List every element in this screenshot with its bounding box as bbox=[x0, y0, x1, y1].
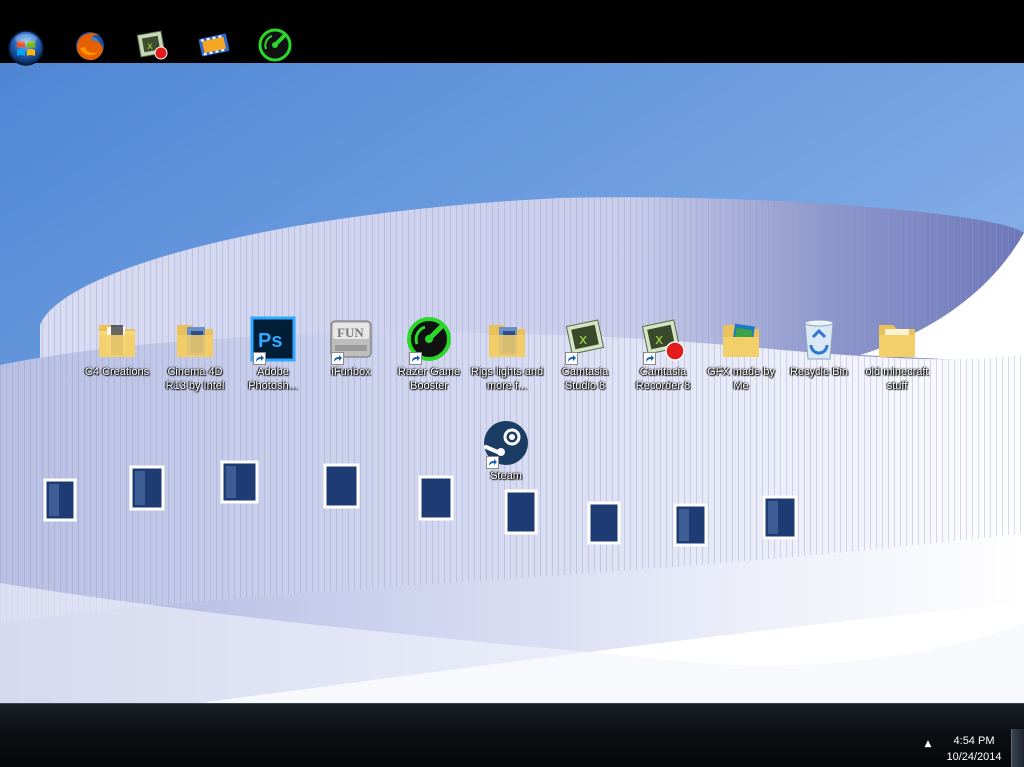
razer-icon bbox=[258, 28, 292, 62]
folder-icon bbox=[483, 315, 531, 363]
camtasia-icon: x bbox=[561, 315, 609, 365]
taskbar-camtasia-recorder-button[interactable]: x bbox=[133, 25, 173, 65]
desktop-icon-label: iFunbox bbox=[331, 366, 371, 378]
desktop-icon-camtasia-recorder-8[interactable]: x Camtasia Recorder 8 bbox=[624, 315, 702, 405]
camtasia-recorder-icon: x bbox=[639, 315, 687, 365]
desktop-icon-c4-creations[interactable]: C4 Creations bbox=[78, 315, 156, 405]
show-hidden-icons-button[interactable]: ▲ bbox=[922, 738, 934, 750]
desktop-screen: C4 Creations Cinema 4D R13 by Intel Ps Adob… bbox=[0, 0, 1024, 767]
desktop-icon-adobe-photosh[interactable]: Ps Adobe Photosh... bbox=[234, 315, 312, 405]
desktop-icon-label: old minecraft stuff bbox=[865, 366, 929, 392]
windows-orb-icon bbox=[8, 30, 44, 66]
film-icon bbox=[198, 33, 230, 57]
taskbar bbox=[0, 703, 1024, 767]
desktop-icon-cinema-4d-r13-by-intel[interactable]: Cinema 4D R13 by Intel bbox=[156, 315, 234, 405]
desktop-icon-label: Camtasia Studio 8 bbox=[561, 366, 609, 392]
desktop-icon-old-minecraft-stuff[interactable]: old minecraft stuff bbox=[858, 315, 936, 405]
firefox-icon bbox=[76, 32, 104, 61]
clock-date: 10/24/2014 bbox=[946, 751, 1002, 763]
desktop-icon-label: C4 Creations bbox=[84, 366, 150, 378]
desktop-icon-razer-game-booster[interactable]: Razer Game Booster bbox=[390, 315, 468, 405]
desktop-icon-ifunbox[interactable]: FUN iFunbox bbox=[312, 315, 390, 405]
folder-icon bbox=[171, 315, 219, 363]
razer-icon bbox=[405, 315, 453, 365]
start-button[interactable] bbox=[6, 28, 46, 68]
svg-text:Ps: Ps bbox=[258, 330, 282, 352]
shortcut-arrow-icon bbox=[253, 352, 266, 365]
show-desktop-button[interactable] bbox=[1011, 729, 1024, 767]
shortcut-arrow-icon bbox=[643, 352, 656, 365]
folder-icon bbox=[93, 315, 141, 363]
svg-text:FUN: FUN bbox=[337, 325, 364, 340]
clock-time: 4:54 PM bbox=[953, 735, 995, 747]
desktop-icon-steam[interactable]: Steam bbox=[467, 419, 545, 509]
desktop-icon-label: Adobe Photosh... bbox=[248, 366, 298, 392]
shortcut-arrow-icon bbox=[486, 456, 499, 469]
desktop-icon-label: Rigs lights and more f... bbox=[470, 366, 544, 392]
taskbar-firefox-button[interactable] bbox=[70, 25, 110, 65]
desktop-icon-camtasia-studio-8[interactable]: x Camtasia Studio 8 bbox=[546, 315, 624, 405]
desktop-icon-label: Steam bbox=[490, 470, 522, 482]
taskbar-camtasia-studio-button[interactable] bbox=[194, 25, 234, 65]
desktop-icon-label: GFX made by Me bbox=[707, 366, 775, 392]
steam-icon bbox=[482, 419, 530, 469]
desktop-icon-gfx-made-by-me[interactable]: GFX made by Me bbox=[702, 315, 780, 405]
folder-icon bbox=[873, 315, 921, 363]
shortcut-arrow-icon bbox=[409, 352, 422, 365]
tray-clock[interactable]: 4:54 PM 10/24/2014 bbox=[936, 733, 1012, 765]
folder-icon bbox=[717, 315, 765, 363]
desktop-icon-label: Camtasia Recorder 8 bbox=[635, 366, 691, 392]
ifunbox-icon: FUN bbox=[327, 315, 375, 365]
svg-text:x: x bbox=[655, 332, 663, 348]
desktop-icon-label: Recycle Bin bbox=[789, 366, 849, 378]
desktop-icon-recycle-bin[interactable]: Recycle Bin bbox=[780, 315, 858, 405]
shortcut-arrow-icon bbox=[565, 352, 578, 365]
shortcut-arrow-icon bbox=[331, 352, 344, 365]
svg-text:x: x bbox=[147, 41, 153, 52]
recycle-bin-icon bbox=[795, 315, 843, 363]
desktop-icon-rigs-lights-and-more-f[interactable]: Rigs lights and more f... bbox=[468, 315, 546, 405]
desktop-icon-label: Razer Game Booster bbox=[397, 366, 461, 392]
taskbar-razer-button[interactable] bbox=[255, 25, 295, 65]
camtasia-recorder-icon: x bbox=[136, 30, 168, 60]
svg-text:x: x bbox=[579, 332, 587, 348]
photoshop-icon: Ps bbox=[249, 315, 297, 365]
desktop-icon-label: Cinema 4D R13 by Intel bbox=[165, 366, 225, 392]
